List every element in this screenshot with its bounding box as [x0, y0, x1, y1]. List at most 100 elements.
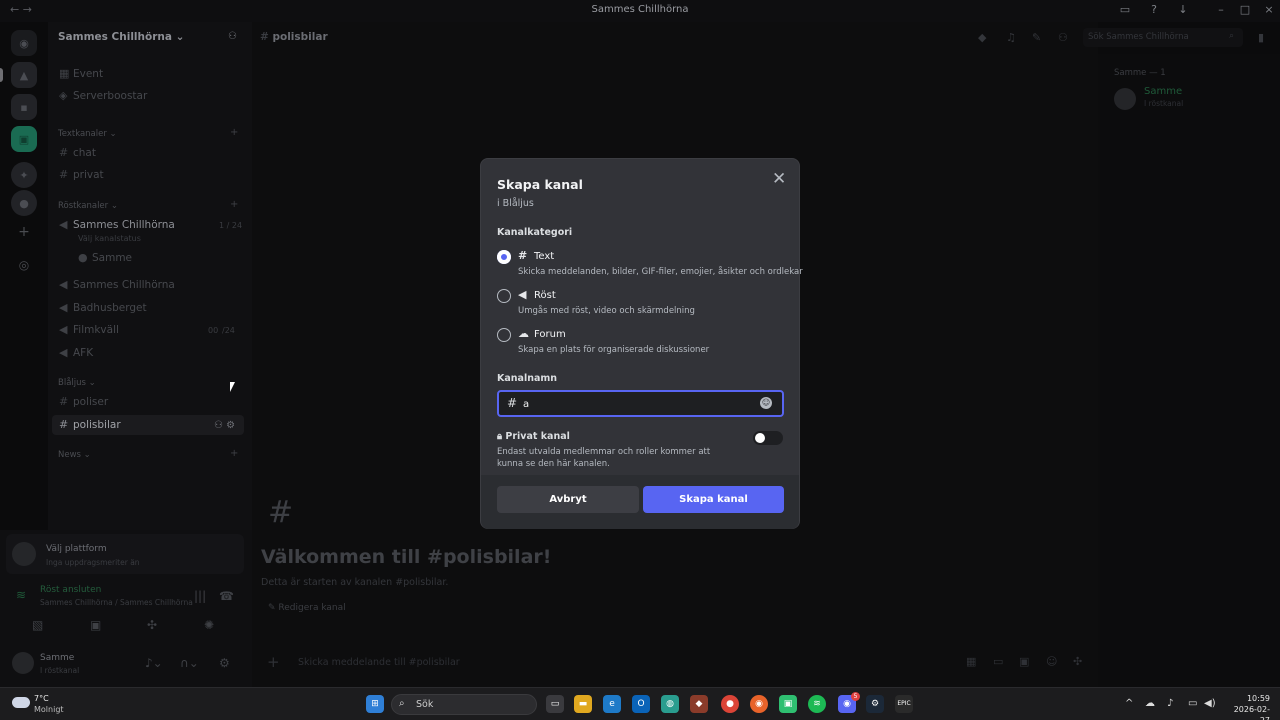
create-channel-button[interactable]: Skapa kanal	[643, 486, 784, 513]
steam-icon[interactable]: ⚙	[866, 695, 884, 713]
settings-gear-icon[interactable]: ⚙	[219, 656, 230, 670]
search-input[interactable]: Sök Sammes Chillhörna ⌕	[1083, 28, 1243, 47]
activities-icon[interactable]: ✣	[147, 618, 157, 632]
platform-card[interactable]: Välj plattform Inga uppdragsmeriter än	[6, 534, 244, 574]
sticker-icon[interactable]: ▣	[1019, 655, 1029, 668]
modal-subtitle: i Blåljus	[497, 198, 534, 209]
explore-icon[interactable]: ◎	[15, 256, 33, 274]
server-icon-4[interactable]: ✦	[11, 162, 37, 188]
category-rostkanaler[interactable]: Röstkanaler ⌄	[58, 201, 118, 211]
app-icon-2[interactable]: ◆	[690, 695, 708, 713]
taskbar-search[interactable]: ⌕ Sök	[391, 694, 537, 715]
file-explorer-icon[interactable]: ▬	[574, 695, 592, 713]
voice-member[interactable]: ● Samme	[48, 248, 244, 268]
avatar[interactable]	[12, 652, 34, 674]
headphones-icon[interactable]: ∩⌄	[180, 656, 199, 670]
sidebar-item-event[interactable]: ▦ Event	[48, 64, 244, 84]
firefox-icon[interactable]: ◉	[750, 695, 768, 713]
inbox-icon[interactable]: ▭	[1118, 3, 1132, 16]
noise-icon[interactable]: |||	[194, 589, 206, 603]
channel-name-input[interactable]	[523, 395, 753, 413]
edit-channel-link[interactable]: ✎ Redigera kanal	[268, 603, 346, 613]
server-icon-5[interactable]: ●	[11, 190, 37, 216]
spotify-icon[interactable]: ≋	[808, 695, 826, 713]
discord-home-icon[interactable]: ◉	[11, 30, 37, 56]
server-icon-3[interactable]: ▣	[11, 126, 37, 152]
private-toggle[interactable]	[753, 431, 783, 445]
start-icon[interactable]: ⊞	[366, 695, 384, 713]
avatar[interactable]	[1114, 88, 1136, 110]
soundboard-icon[interactable]: ✺	[204, 618, 214, 632]
clock[interactable]: 10:59 2026-02-27	[1226, 693, 1270, 720]
invite-member-icon[interactable]: ⚇ ⚙	[214, 420, 235, 431]
server-name[interactable]: Sammes Chillhörna ⌄	[58, 31, 184, 43]
voice-channel-status[interactable]: Välj kanalstatus	[78, 234, 141, 243]
close-icon[interactable]: ✕	[772, 169, 786, 189]
voice-connected-label[interactable]: Röst ansluten	[40, 585, 101, 595]
channel-poliser[interactable]: # poliser	[48, 392, 244, 412]
sidebar-item-serverboost[interactable]: ◈ Serverboostar	[48, 86, 244, 106]
add-server-icon[interactable]: +	[15, 223, 33, 241]
gif-icon[interactable]: ▭	[993, 655, 1003, 668]
epic-games-icon[interactable]: EPIC	[895, 695, 913, 713]
voice-channel-afk[interactable]: ◀ AFK	[48, 343, 244, 363]
voice-channel-chillhorna-2[interactable]: ◀ Sammes Chillhörna	[48, 275, 244, 295]
microphone-tray-icon[interactable]: ♪	[1167, 698, 1173, 709]
window-title: Sammes Chillhörna	[591, 4, 689, 15]
threads-icon[interactable]: ◆	[978, 31, 986, 44]
server-icon-chillhorna[interactable]: ▲	[11, 62, 37, 88]
maximize-icon[interactable]: □	[1238, 3, 1252, 16]
close-window-icon[interactable]: ×	[1262, 3, 1276, 16]
radio-forum[interactable]	[497, 328, 511, 342]
cloud-icon[interactable]	[12, 697, 30, 708]
category-news[interactable]: News ⌄	[58, 450, 91, 460]
tray-chevron-icon[interactable]: ^	[1125, 698, 1133, 709]
add-channel-icon[interactable]: +	[230, 448, 238, 459]
user-status: I röstkanal	[40, 666, 80, 675]
bell-icon[interactable]: ♫	[1006, 31, 1016, 44]
add-channel-icon[interactable]: +	[230, 199, 238, 210]
emoji-icon[interactable]: ☺	[760, 397, 772, 409]
chrome-icon[interactable]: ●	[721, 695, 739, 713]
channel-name-field[interactable]: # ☺	[497, 390, 784, 417]
member-name[interactable]: Samme	[1144, 86, 1182, 97]
hash-icon: #	[268, 495, 294, 530]
voice-channel-chillhorna[interactable]: ◀ Sammes Chillhörna	[48, 215, 244, 235]
inbox-icon[interactable]: ▮	[1258, 31, 1264, 44]
edge-icon[interactable]: e	[603, 695, 621, 713]
members-icon[interactable]: ⚇	[1058, 31, 1068, 44]
app-icon[interactable]: ◍	[661, 695, 679, 713]
emoji-icon[interactable]: ☺	[1046, 655, 1057, 668]
pin-icon[interactable]: ✎	[1032, 31, 1041, 44]
channel-chat[interactable]: # chat	[48, 143, 244, 163]
screenshare-icon[interactable]: ▣	[90, 618, 101, 632]
task-view-icon[interactable]: ▭	[546, 695, 564, 713]
server-icon-2[interactable]: ▪	[11, 94, 37, 120]
category-textkanaler[interactable]: Textkanaler ⌄	[58, 129, 117, 139]
radio-text[interactable]	[497, 250, 511, 264]
download-icon[interactable]: ↓	[1176, 3, 1190, 16]
gift-icon[interactable]: ▦	[966, 655, 976, 668]
search-icon: ⌕	[399, 698, 405, 709]
disconnect-icon[interactable]: ☎	[219, 589, 234, 603]
channel-privat[interactable]: # privat	[48, 165, 244, 185]
camera-off-icon[interactable]: ▧	[32, 618, 43, 632]
cancel-button[interactable]: Avbryt	[497, 486, 639, 513]
invite-icon[interactable]: ⚇	[228, 31, 237, 42]
discord-icon[interactable]: ◉ 5	[838, 692, 860, 713]
minimize-icon[interactable]: –	[1214, 3, 1228, 16]
mic-icon[interactable]: ♪⌄	[145, 656, 163, 670]
add-channel-icon[interactable]: +	[230, 127, 238, 138]
cloud-tray-icon[interactable]: ☁	[1145, 698, 1155, 709]
help-icon[interactable]: ?	[1147, 3, 1161, 16]
voice-channel-badhusberget[interactable]: ◀ Badhusberget	[48, 298, 244, 318]
attach-plus-icon[interactable]: +	[267, 653, 280, 671]
category-blaljus[interactable]: Blåljus ⌄	[58, 378, 96, 388]
radio-voice[interactable]	[497, 289, 511, 303]
app-icon-3[interactable]: ▣	[779, 695, 797, 713]
outlook-icon[interactable]: O	[632, 695, 650, 713]
network-icon[interactable]: ▭	[1188, 698, 1197, 709]
message-composer[interactable]: + Skicka meddelande till #polisbilar ▦ ▭…	[261, 650, 1091, 676]
volume-icon[interactable]: ◀)	[1204, 698, 1216, 709]
apps-icon[interactable]: ✣	[1073, 655, 1082, 668]
